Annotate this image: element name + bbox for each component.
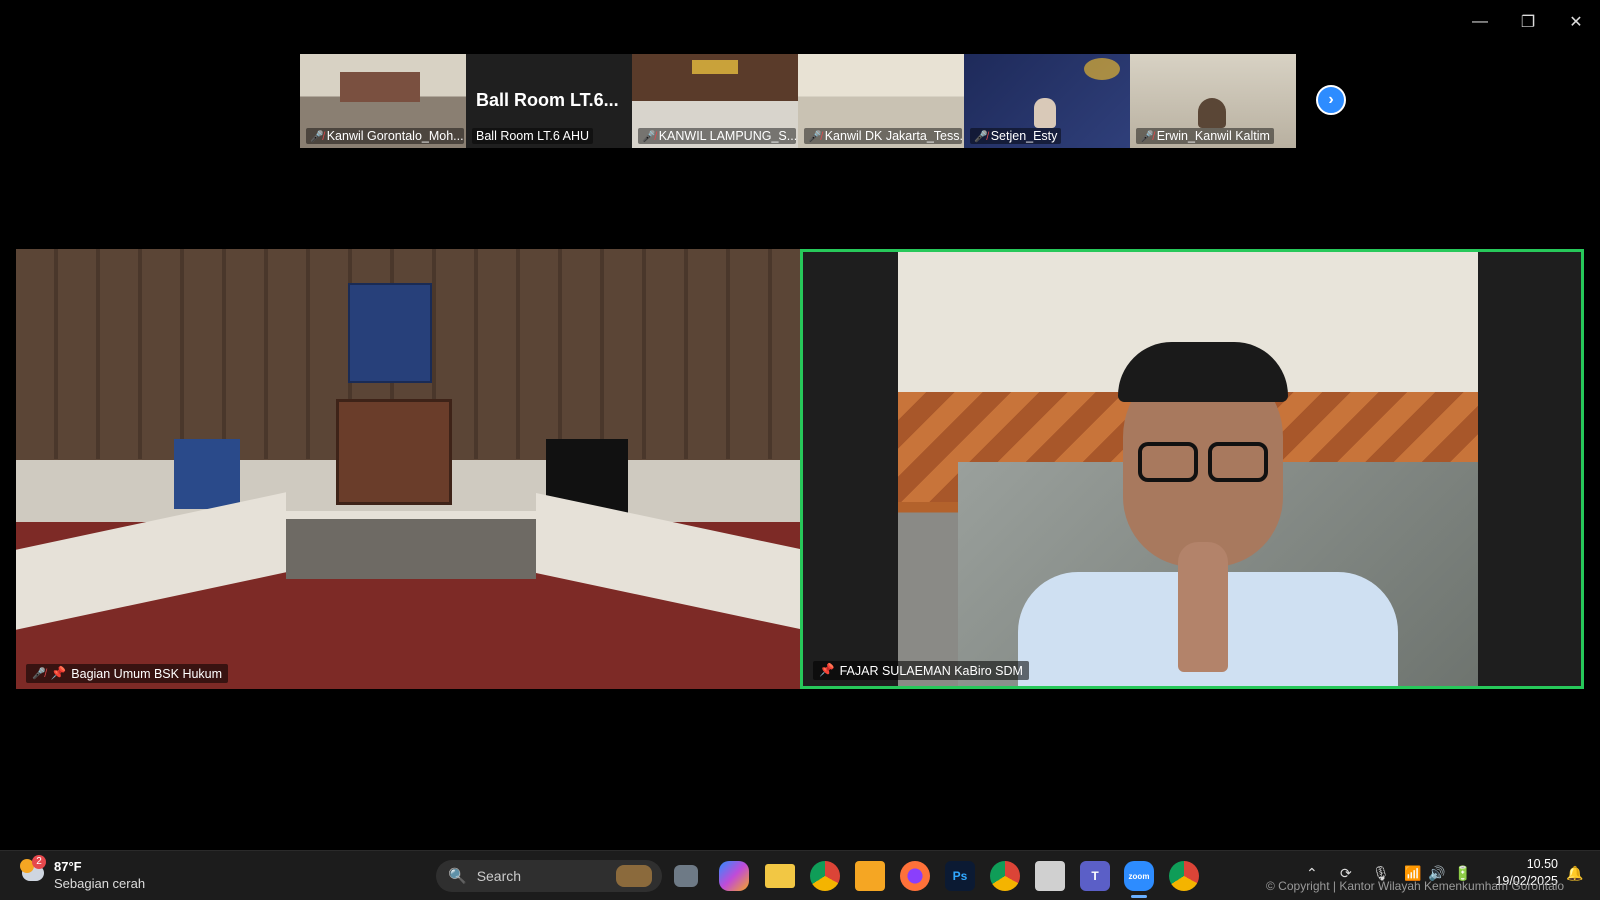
close-button[interactable]: ✕ <box>1558 8 1594 36</box>
mic-off-icon: 🎤̸ <box>310 130 324 143</box>
search-box[interactable]: 🔍 Search <box>436 860 662 892</box>
next-page-button[interactable]: › <box>1316 85 1346 115</box>
teams-icon[interactable]: T <box>1080 861 1110 891</box>
participant-name: Ball Room LT.6 AHU <box>476 129 590 143</box>
video-frame <box>340 72 420 102</box>
head-table <box>286 511 536 579</box>
restore-button[interactable]: ❐ <box>1510 8 1546 36</box>
speaker-hair <box>1118 342 1288 402</box>
participant-thumbnail[interactable]: 🎤̸ Kanwil Gorontalo_Moh... <box>300 54 466 148</box>
weather-desc: Sebagian cerah <box>54 876 146 891</box>
emblem-plaque <box>348 283 432 383</box>
participant-name: Bagian Umum BSK Hukum <box>71 666 223 681</box>
mic-off-icon: 🎤̸ <box>32 668 46 680</box>
speaker-video-frame <box>898 252 1478 686</box>
participant-thumbnail[interactable]: 🎤̸ Erwin_Kanwil Kaltim <box>1130 54 1296 148</box>
firefox-icon[interactable] <box>900 861 930 891</box>
file-explorer-icon[interactable] <box>765 864 795 888</box>
zoom-icon[interactable]: zoom <box>1124 861 1154 891</box>
participant-name: FAJAR SULAEMAN KaBiro SDM <box>839 663 1023 678</box>
wooden-door <box>336 399 452 505</box>
mic-off-icon: 🎤̸ <box>1140 130 1154 143</box>
zoom-active-indicator <box>1131 895 1147 898</box>
participant-thumbnail[interactable]: Ball Room LT.6... Ball Room LT.6 AHU <box>466 54 632 148</box>
participant-title: Ball Room LT.6... <box>476 90 619 110</box>
participant-name: Erwin_Kanwil Kaltim <box>1156 129 1270 143</box>
glasses-left-lens <box>1138 442 1198 482</box>
glasses-right-lens <box>1208 442 1268 482</box>
mic-off-icon: 🎤̸ <box>974 130 988 143</box>
chevron-right-icon: › <box>1328 91 1334 108</box>
search-icon: 🔍 <box>448 868 467 885</box>
search-placeholder: Search <box>476 868 522 884</box>
start-icon[interactable] <box>393 861 421 889</box>
store-icon[interactable] <box>1035 861 1065 891</box>
weather-temp: 87°F <box>54 859 82 874</box>
participant-name: KANWIL LAMPUNG_S... <box>658 129 796 143</box>
notification-badge: 2 <box>32 855 46 869</box>
participant-name: Setjen_Esty <box>990 129 1058 143</box>
chrome-profile-icon[interactable] <box>990 861 1020 891</box>
participant-thumbnail[interactable]: 🎤̸ Kanwil DK Jakarta_Tess... <box>798 54 964 148</box>
media-player-icon[interactable] <box>855 861 885 891</box>
mic-off-icon: 🎤̸ <box>808 130 822 143</box>
clock-time: 10.50 <box>1526 857 1558 871</box>
flag-stand <box>174 439 240 509</box>
participant-figure <box>1198 98 1226 128</box>
decorative-emblem <box>1084 58 1120 80</box>
video-tile-conference-room[interactable]: 🎤̸ 📌 Bagian Umum BSK Hukum <box>16 249 800 689</box>
participant-name: Kanwil DK Jakarta_Tess... <box>824 129 962 143</box>
participant-thumbnail[interactable]: 🎤̸ KANWIL LAMPUNG_S... <box>632 54 798 148</box>
right-table <box>536 492 800 630</box>
minimize-button[interactable]: — <box>1462 8 1498 36</box>
logo-banner <box>692 60 738 74</box>
participant-name: Kanwil Gorontalo_Moh... <box>326 129 464 143</box>
copyright-watermark: © Copyright | Kantor Wilayah Kemenkumham… <box>1266 879 1565 893</box>
participant-thumbnail[interactable]: 🎤̸ Setjen_Esty <box>964 54 1130 148</box>
search-highlight-icon <box>616 865 652 887</box>
task-view-icon[interactable] <box>674 865 698 887</box>
mic-off-icon: 🎤̸ <box>642 130 656 143</box>
copilot-icon[interactable] <box>719 861 749 891</box>
presenter-figure <box>1034 98 1056 128</box>
pin-icon: 📌 <box>819 663 835 677</box>
video-tile-active-speaker[interactable]: 📌 FAJAR SULAEMAN KaBiro SDM <box>800 249 1584 689</box>
left-table <box>16 492 286 630</box>
praying-hands <box>1178 542 1228 672</box>
photoshop-icon[interactable]: Ps <box>945 861 975 891</box>
pin-icon: 📌 <box>50 666 67 680</box>
notifications-icon[interactable]: 🔔 <box>1566 865 1583 882</box>
chrome-icon[interactable] <box>810 861 840 891</box>
weather-widget[interactable]: 2 87°F Sebagian cerah <box>20 855 150 895</box>
chrome-profile-2-icon[interactable] <box>1169 861 1199 891</box>
participant-thumbnail-strip: 🎤̸ Kanwil Gorontalo_Moh... Ball Room LT.6… <box>300 54 1296 148</box>
